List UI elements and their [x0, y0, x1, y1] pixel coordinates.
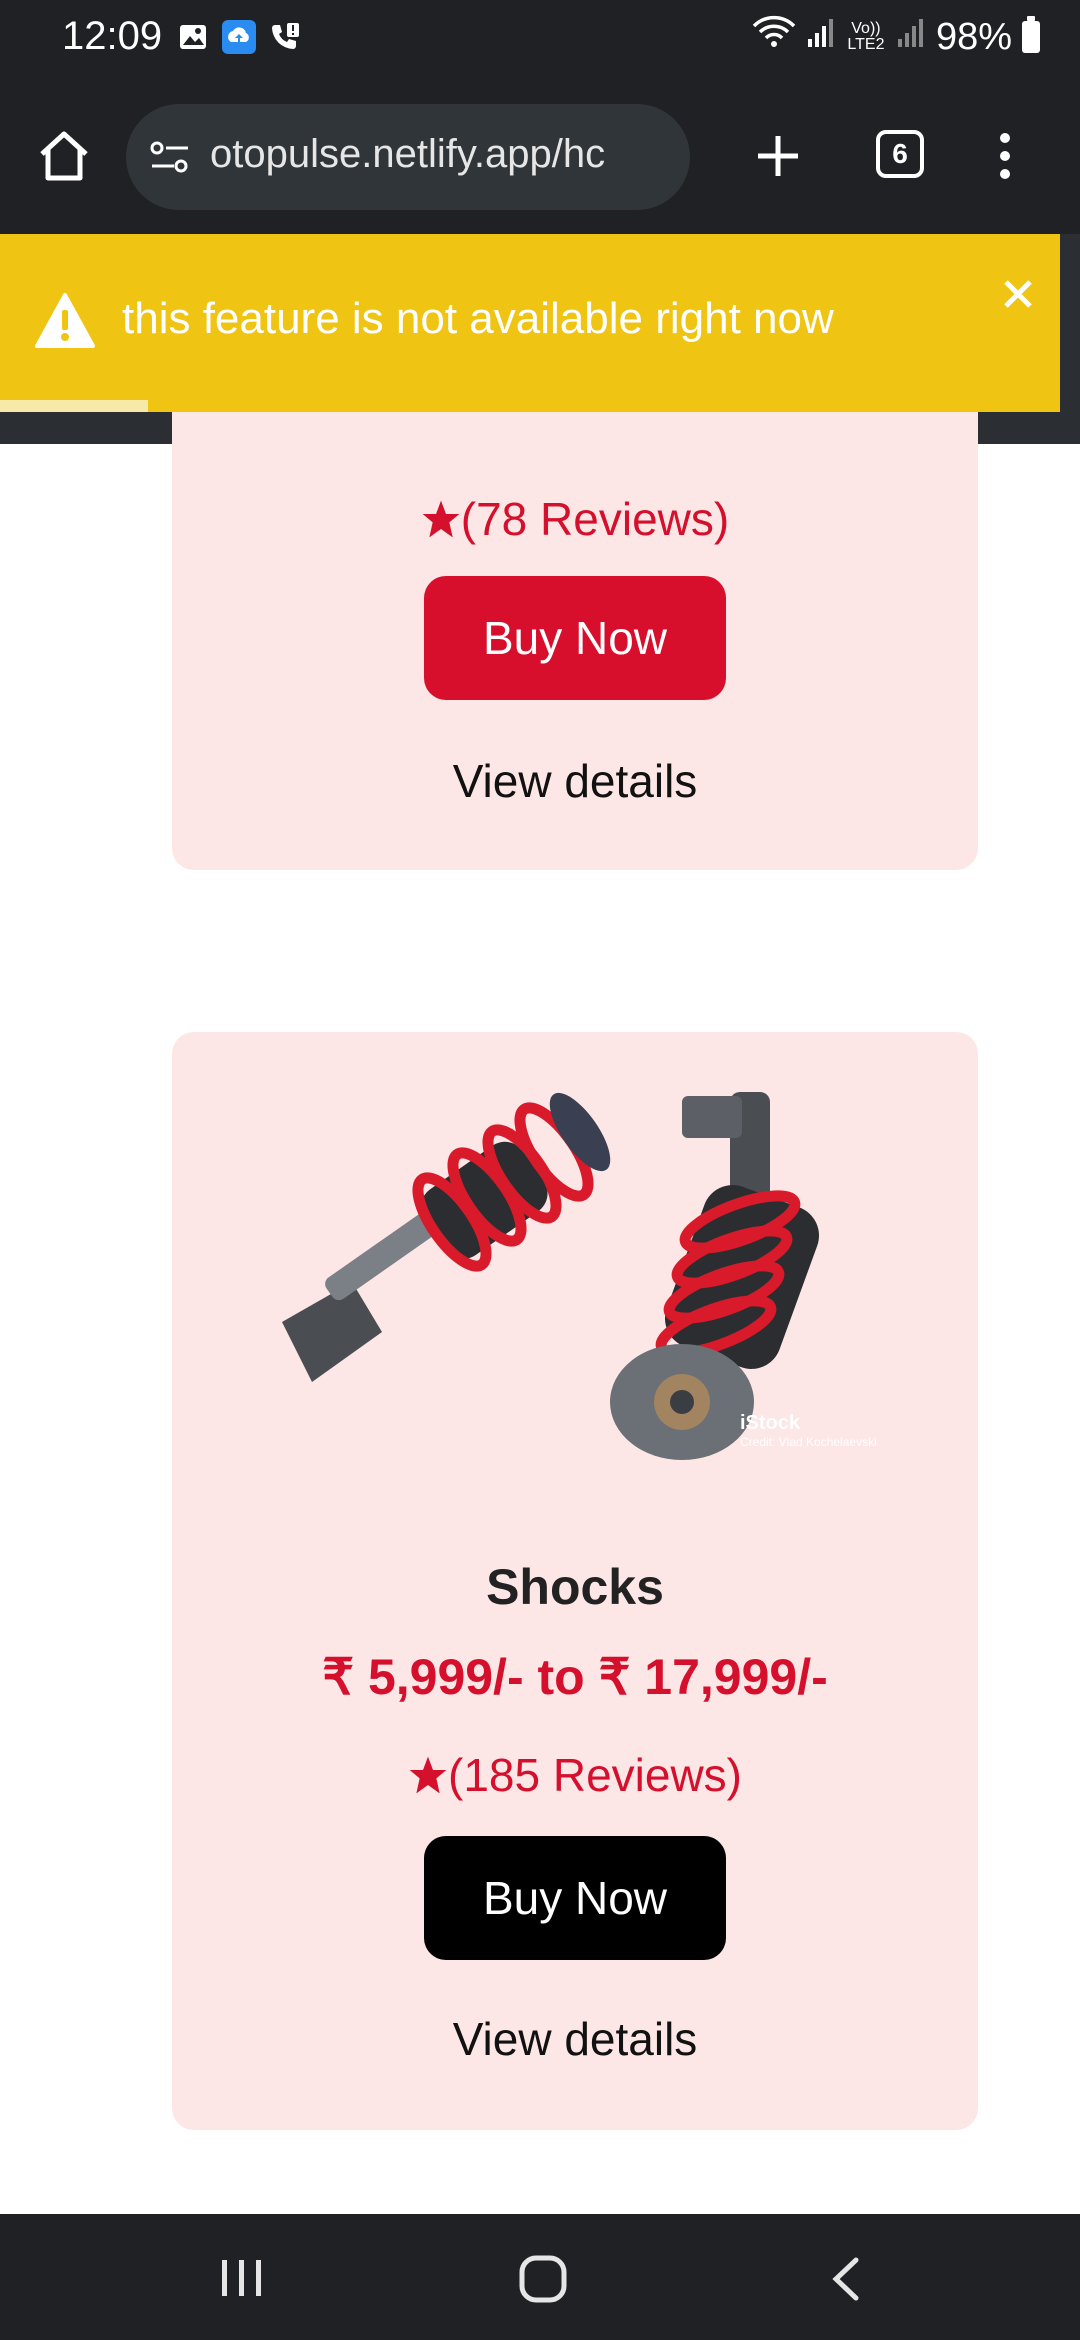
watermark-brand: iStock — [740, 1412, 801, 1434]
status-bar: 12:09 Vo)) LTE2 98% — [0, 0, 1080, 80]
url-text[interactable]: otopulse.netlify.app/hc — [210, 132, 680, 177]
rating-text: (185 Reviews) — [448, 1749, 742, 1801]
image-watermark: iStock Credit: Vlad Kochelaevski — [740, 1412, 877, 1449]
battery-icon — [1022, 16, 1040, 53]
cloud-upload-icon — [222, 20, 256, 54]
home-button[interactable] — [34, 126, 94, 186]
view-details-link[interactable]: View details — [172, 754, 978, 808]
home-nav-button[interactable] — [518, 2254, 568, 2304]
rating: (185 Reviews) — [172, 1748, 978, 1802]
plus-icon — [758, 136, 798, 176]
status-time: 12:09 — [62, 14, 163, 58]
call-alert-icon — [268, 20, 302, 54]
watermark-credit: Credit: Vlad Kochelaevski — [740, 1435, 877, 1449]
battery-percent: 98% — [935, 15, 1012, 58]
signal-icon-2 — [896, 16, 926, 59]
buy-now-button[interactable]: Buy Now — [424, 1836, 726, 1960]
menu-button[interactable] — [990, 126, 1020, 186]
toast-edge — [1060, 234, 1080, 412]
view-details-link[interactable]: View details — [172, 2012, 978, 2066]
wifi-icon — [752, 14, 796, 60]
toast-progress-bar — [0, 400, 148, 412]
shock-absorber-left — [282, 1092, 611, 1382]
buy-now-button[interactable]: Buy Now — [424, 576, 726, 700]
more-vertical-icon — [1000, 133, 1010, 179]
product-card: (78 Reviews) Buy Now View details — [172, 400, 978, 870]
home-icon — [40, 131, 88, 181]
back-icon — [832, 2257, 859, 2301]
toast-notification: this feature is not available right now — [0, 234, 1060, 412]
image-icon — [176, 20, 210, 54]
rating-text: (78 Reviews) — [460, 493, 730, 545]
rating: (78 Reviews) — [172, 492, 978, 546]
shock-absorber-right — [610, 1092, 820, 1460]
warning-icon — [34, 292, 96, 350]
system-nav-bar — [0, 2214, 1080, 2340]
tab-switcher-button[interactable]: 6 — [876, 130, 924, 178]
star-icon — [422, 500, 460, 538]
back-button[interactable] — [826, 2254, 866, 2304]
toast-message: this feature is not available right now — [122, 294, 834, 343]
status-right: Vo)) LTE2 98% — [752, 14, 1040, 60]
recents-button[interactable] — [218, 2258, 266, 2298]
product-name: Shocks — [486, 1559, 664, 1615]
close-icon[interactable] — [998, 274, 1038, 314]
signal-icon — [806, 16, 836, 59]
browser-toolbar: otopulse.netlify.app/hc 6 — [0, 80, 1080, 234]
network-label: Vo)) LTE2 — [847, 20, 885, 53]
address-bar[interactable]: otopulse.netlify.app/hc — [126, 104, 690, 210]
notification-icons — [176, 20, 302, 54]
new-tab-button[interactable] — [748, 126, 808, 186]
product-price: ₹ 5,999/- to ₹ 17,999/- — [322, 1649, 828, 1705]
product-image[interactable]: iStock Credit: Vlad Kochelaevski — [262, 1082, 882, 1522]
site-settings-icon[interactable] — [148, 136, 192, 180]
recents-icon — [222, 2260, 261, 2296]
product-card: iStock Credit: Vlad Kochelaevski Shocks … — [172, 1032, 978, 2130]
star-icon — [409, 1756, 447, 1794]
home-nav-icon — [519, 2255, 567, 2303]
